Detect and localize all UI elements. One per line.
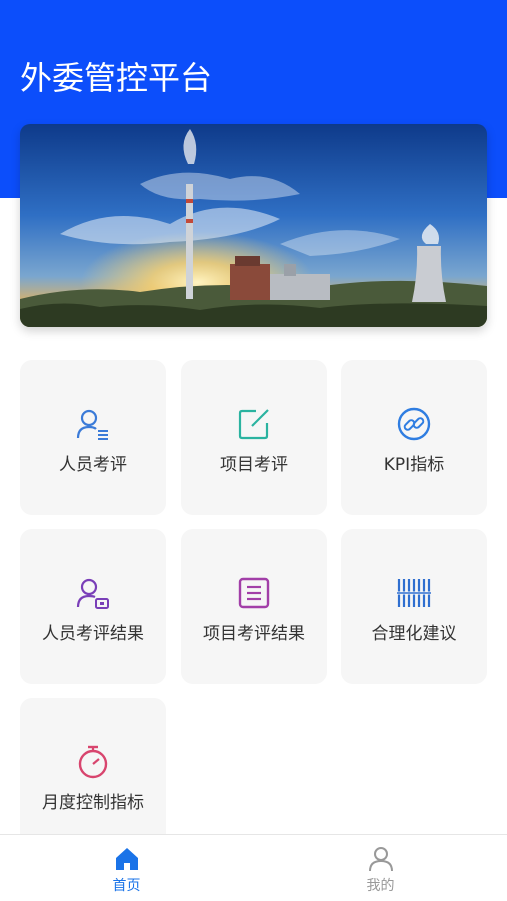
- menu-card-personnel-results[interactable]: 人员考评结果: [20, 529, 166, 684]
- menu-card-kpi[interactable]: KPI指标: [341, 360, 487, 515]
- home-icon: [116, 848, 138, 870]
- menu-label: 项目考评: [220, 455, 288, 475]
- person-badge-icon: [76, 578, 109, 609]
- link-circle-icon: [397, 407, 431, 441]
- tab-mine-label: 我的: [366, 878, 395, 894]
- person-list-icon: [76, 409, 108, 440]
- banner-image: [20, 124, 487, 327]
- menu-card-monthly-control[interactable]: 月度控制指标: [20, 698, 166, 853]
- menu-card-personnel-evaluation[interactable]: 人员考评: [20, 360, 166, 515]
- bottom-tab-bar: 首页 我的: [0, 834, 507, 901]
- menu-label: 人员考评: [59, 455, 127, 475]
- app-title: 外委管控平台: [20, 59, 213, 97]
- barcode-icon: [396, 579, 432, 607]
- menu-label: 人员考评结果: [42, 624, 144, 644]
- menu-card-suggestions[interactable]: 合理化建议: [341, 529, 487, 684]
- menu-label: 合理化建议: [371, 624, 457, 644]
- menu-card-project-results[interactable]: 项目考评结果: [181, 529, 327, 684]
- tab-home-label: 首页: [112, 878, 141, 894]
- user-icon: [369, 847, 393, 872]
- menu-label: 项目考评结果: [203, 624, 305, 644]
- stopwatch-icon: [78, 745, 108, 779]
- menu-label: KPI指标: [383, 455, 445, 475]
- edit-square-icon: [238, 409, 269, 440]
- tab-home[interactable]: 首页: [0, 835, 253, 901]
- menu-label: 月度控制指标: [42, 793, 144, 813]
- tab-mine[interactable]: 我的: [254, 835, 507, 901]
- document-box-icon: [238, 577, 270, 609]
- menu-card-project-evaluation[interactable]: 项目考评: [181, 360, 327, 515]
